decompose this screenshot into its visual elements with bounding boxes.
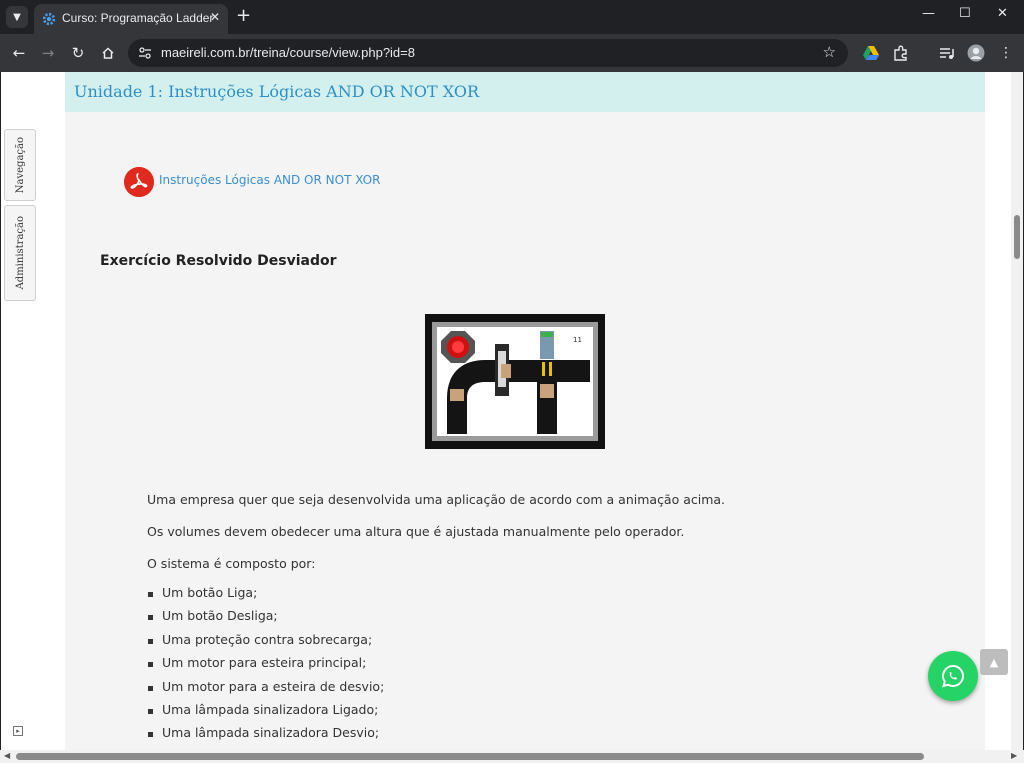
block-tabs: Navegação Administração ▸: [1, 72, 65, 750]
media-control-icon[interactable]: [938, 44, 956, 62]
browser-toolbar: ← → ↻ maeireli.com.br/treina/course/view…: [0, 34, 1024, 72]
minimize-button[interactable]: —: [922, 6, 935, 21]
reload-icon: ↻: [71, 44, 85, 62]
chevron-down-icon: ▼: [13, 11, 21, 23]
new-tab-button[interactable]: +: [236, 6, 251, 26]
list-item: Uma lâmpada sinalizadora Ligado;: [147, 702, 384, 725]
arrow-left-icon: ←: [12, 44, 26, 62]
pdf-icon[interactable]: [124, 167, 154, 197]
horizontal-scrollbar[interactable]: ◀ ▶: [0, 750, 1024, 763]
extensions-icon[interactable]: [892, 44, 910, 62]
more-vertical-icon: ⋮: [999, 45, 1013, 61]
dock-toggle-icon[interactable]: ▸: [13, 726, 23, 736]
browser-tab-bar: ▼ Curso: Programação Ladder ✕ + — ☐ ✕: [0, 0, 1024, 34]
url-text: maeireli.com.br/treina/course/view.php?i…: [161, 45, 415, 60]
browser-tab[interactable]: Curso: Programação Ladder ✕: [34, 4, 228, 34]
resource-link[interactable]: Instruções Lógicas AND OR NOT XOR: [159, 173, 380, 187]
whatsapp-button[interactable]: [928, 651, 978, 701]
address-bar[interactable]: maeireli.com.br/treina/course/view.php?i…: [128, 39, 848, 67]
list-item: Um motor para a esteira de desvio;: [147, 679, 384, 702]
paragraph: Os volumes devem obedecer uma altura que…: [147, 524, 685, 539]
forward-button[interactable]: →: [38, 43, 58, 63]
paragraph: O sistema é composto por:: [147, 556, 316, 571]
close-window-button[interactable]: ✕: [997, 6, 1008, 21]
tab-search-button[interactable]: ▼: [6, 6, 28, 28]
section-header: Unidade 1: Instruções Lógicas AND OR NOT…: [65, 72, 985, 112]
sidebar-tab-label: Navegação: [14, 136, 26, 194]
back-to-top-button[interactable]: ▲: [980, 649, 1008, 675]
paragraph: Uma empresa quer que seja desenvolvida u…: [147, 492, 726, 507]
components-list: Um botão Liga; Um botão Desliga; Uma pro…: [147, 585, 384, 749]
exercise-title: Exercício Resolvido Desviador: [100, 253, 337, 269]
home-button[interactable]: [98, 43, 118, 63]
browser-menu-button[interactable]: ⋮: [996, 43, 1016, 63]
whatsapp-icon: [942, 664, 964, 688]
vertical-scroll-thumb[interactable]: [1014, 215, 1020, 259]
list-item: Um motor para esteira principal;: [147, 655, 384, 678]
list-item: Um botão Desliga;: [147, 608, 384, 631]
sidebar-tab-navegacao[interactable]: Navegação: [4, 129, 36, 201]
course-content: Unidade 1: Instruções Lógicas AND OR NOT…: [65, 72, 985, 750]
google-drive-icon[interactable]: [862, 44, 880, 62]
scroll-left-icon[interactable]: ◀: [4, 751, 10, 760]
list-item: Uma lâmpada sinalizadora Desvio;: [147, 725, 384, 748]
chevron-up-icon: ▲: [989, 655, 999, 669]
site-settings-icon[interactable]: [138, 46, 152, 60]
back-button[interactable]: ←: [9, 43, 29, 63]
diverter-animation: 11: [425, 314, 605, 449]
arrow-right-icon: →: [41, 44, 55, 62]
scroll-right-icon[interactable]: ▶: [1011, 751, 1017, 760]
horizontal-scroll-thumb[interactable]: [16, 753, 924, 760]
section-title[interactable]: Unidade 1: Instruções Lógicas AND OR NOT…: [74, 82, 479, 101]
list-item: Um botão Liga;: [147, 585, 384, 608]
bookmark-star-icon[interactable]: ☆: [823, 43, 836, 61]
maximize-button[interactable]: ☐: [959, 6, 971, 21]
reload-button[interactable]: ↻: [68, 43, 88, 63]
vertical-scrollbar[interactable]: [1011, 72, 1023, 750]
gear-icon: [42, 12, 56, 26]
sidebar-tab-administracao[interactable]: Administração: [4, 205, 36, 301]
animation-counter: 11: [573, 336, 582, 344]
list-item: Uma proteção contra sobrecarga;: [147, 632, 384, 655]
home-icon: [102, 47, 114, 59]
sidebar-tab-label: Administração: [14, 216, 26, 290]
tab-close-icon[interactable]: ✕: [210, 10, 220, 24]
profile-avatar[interactable]: [967, 44, 985, 62]
page-viewport: Navegação Administração ▸ Unidade 1: Ins…: [1, 72, 1023, 750]
tab-title: Curso: Programação Ladder: [62, 11, 214, 25]
